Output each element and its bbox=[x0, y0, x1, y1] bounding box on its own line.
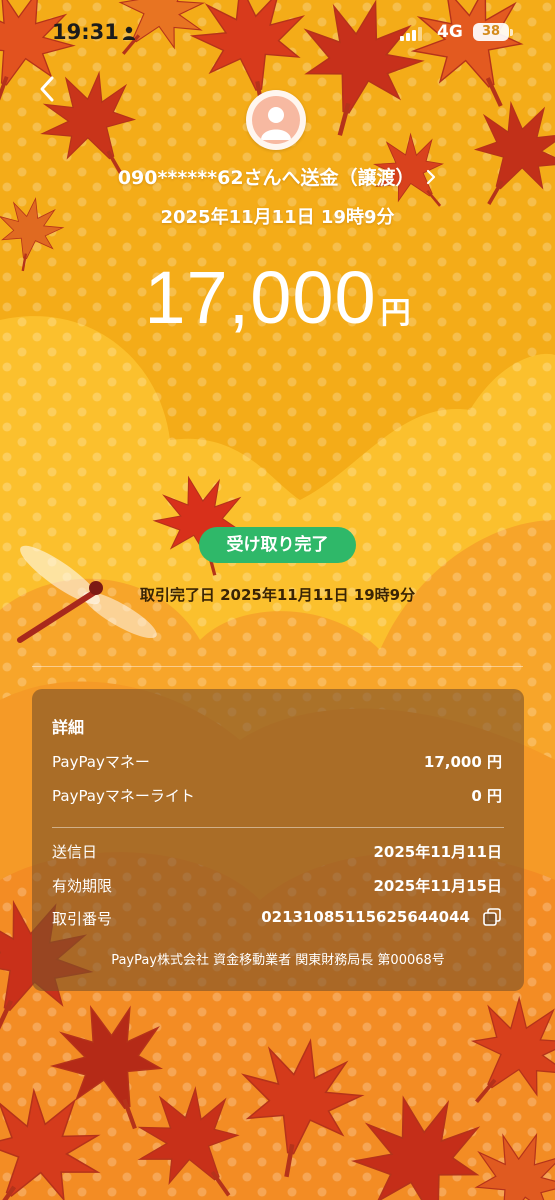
section-divider bbox=[32, 666, 523, 667]
chevron-right-icon bbox=[427, 169, 436, 185]
sent-date-value: 2025年11月11日 bbox=[373, 843, 503, 861]
transaction-id-value: 02131085115625644044 bbox=[261, 908, 470, 926]
network-type: 4G bbox=[437, 22, 463, 42]
avatar bbox=[246, 90, 306, 150]
amount-unit: 円 bbox=[380, 296, 411, 331]
recipient-label: 090******62さんへ送金（譲渡） bbox=[117, 167, 415, 189]
battery-icon: 38 bbox=[473, 23, 509, 41]
person-icon bbox=[123, 26, 135, 40]
status-time: 19:31 bbox=[52, 20, 119, 44]
recipient-link[interactable]: 090******62さんへ送金（譲渡） bbox=[0, 163, 555, 190]
sent-datetime: 2025年11月11日 19時9分 bbox=[160, 207, 395, 228]
expiry-value: 2025年11月15日 bbox=[373, 877, 503, 895]
amount-display: 17,000 円 bbox=[0, 255, 555, 340]
expiry-label: 有効期限 bbox=[52, 877, 113, 895]
details-title: 詳細 bbox=[52, 718, 85, 737]
sent-date-label: 送信日 bbox=[52, 843, 98, 861]
paypay-money-value: 17,000 円 bbox=[423, 753, 502, 771]
avatar-icon bbox=[261, 107, 291, 140]
status-badge: 受け取り完了 bbox=[199, 527, 356, 563]
amount-value: 17,000 bbox=[144, 256, 377, 339]
completed-datetime: 取引完了日 2025年11月11日 19時9分 bbox=[139, 586, 416, 604]
status-bar: 19:31 4G 38 bbox=[0, 0, 555, 66]
battery-tip bbox=[510, 29, 513, 36]
paypay-money-lite-label: PayPayマネーライト bbox=[52, 787, 195, 805]
transfer-detail-screen: 19:31 4G 38 090******62さんへ送金（譲渡） 2025年11… bbox=[0, 0, 555, 1200]
signal-icon bbox=[400, 27, 422, 41]
card-divider bbox=[52, 827, 504, 828]
back-chevron-icon[interactable] bbox=[34, 72, 62, 106]
transaction-id-label: 取引番号 bbox=[52, 910, 113, 928]
details-card: 詳細 PayPayマネー 17,000 円 PayPayマネーライト 0 円 送… bbox=[32, 689, 524, 991]
legal-footer: PayPay株式会社 資金移動業者 関東財務局長 第00068号 bbox=[111, 953, 445, 968]
paypay-money-lite-value: 0 円 bbox=[471, 787, 502, 805]
copy-icon[interactable] bbox=[482, 907, 502, 927]
paypay-money-label: PayPayマネー bbox=[52, 753, 150, 771]
